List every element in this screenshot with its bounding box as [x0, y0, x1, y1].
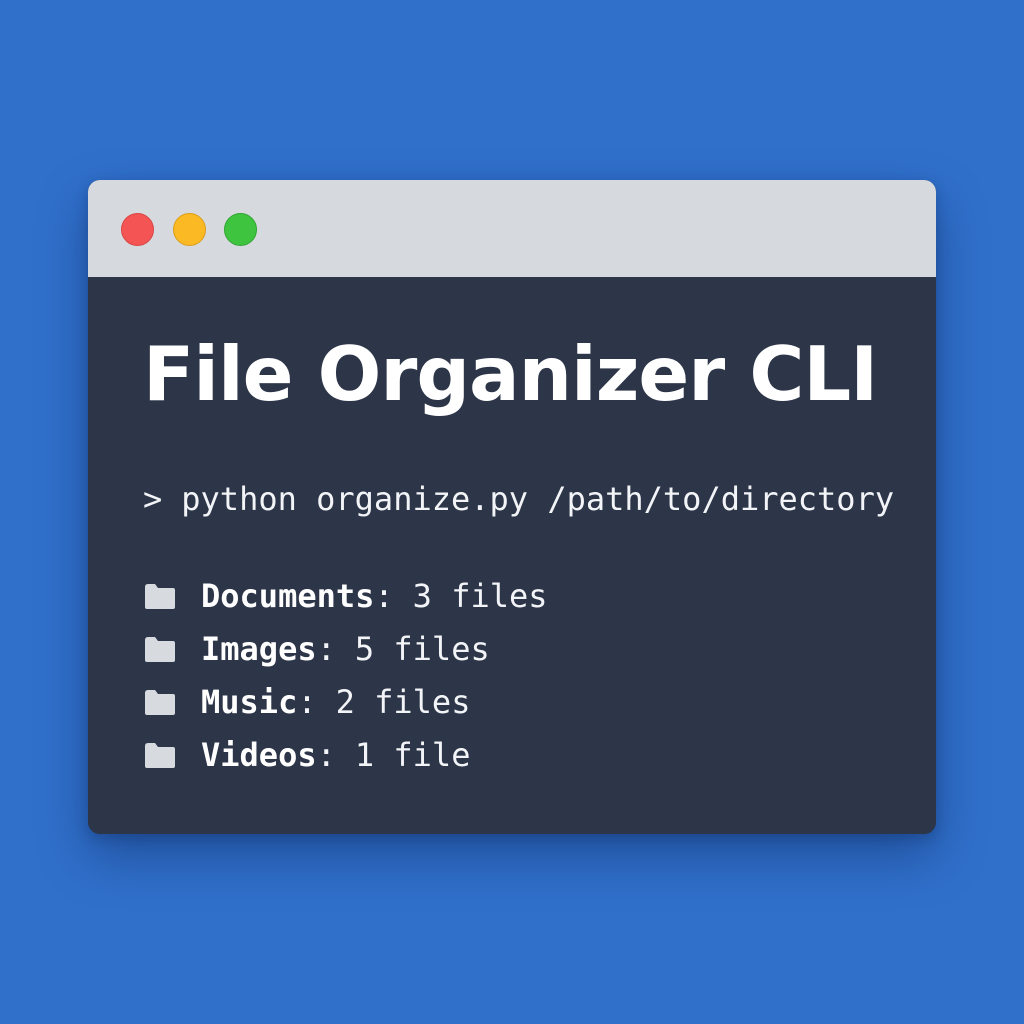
- close-window-button[interactable]: [121, 213, 154, 246]
- separator: :: [374, 576, 394, 615]
- file-count: 2 files: [335, 682, 471, 721]
- terminal-window: File Organizer CLI > python organize.py /…: [88, 180, 936, 834]
- folder-output-row: Music:2 files: [143, 675, 548, 728]
- folder-icon: [143, 688, 177, 716]
- folder-output-row: Documents:3 files: [143, 569, 548, 622]
- prompt-symbol: >: [143, 480, 163, 518]
- folder-icon: [143, 741, 177, 769]
- maximize-window-button[interactable]: [224, 213, 257, 246]
- separator: :: [316, 735, 336, 774]
- folder-icon: [143, 582, 177, 610]
- app-title: File Organizer CLI: [143, 330, 878, 418]
- command-text: python organize.py /path/to/directory: [181, 480, 895, 518]
- separator: :: [297, 682, 317, 721]
- file-count: 3 files: [412, 576, 548, 615]
- folder-name: Videos: [201, 735, 317, 774]
- terminal-body[interactable]: File Organizer CLI > python organize.py /…: [88, 277, 936, 834]
- folder-output-row: Videos:1 file: [143, 728, 548, 781]
- folder-icon: [143, 635, 177, 663]
- folder-output-row: Images:5 files: [143, 622, 548, 675]
- minimize-window-button[interactable]: [173, 213, 206, 246]
- file-count: 5 files: [354, 629, 490, 668]
- output-list: Documents:3 files Images:5 files Music:2…: [143, 569, 548, 781]
- separator: :: [316, 629, 336, 668]
- folder-name: Images: [201, 629, 317, 668]
- file-count: 1 file: [354, 735, 471, 774]
- window-titlebar[interactable]: [88, 180, 936, 278]
- folder-name: Music: [201, 682, 298, 721]
- folder-name: Documents: [201, 576, 375, 615]
- command-line: > python organize.py /path/to/directory: [143, 477, 894, 521]
